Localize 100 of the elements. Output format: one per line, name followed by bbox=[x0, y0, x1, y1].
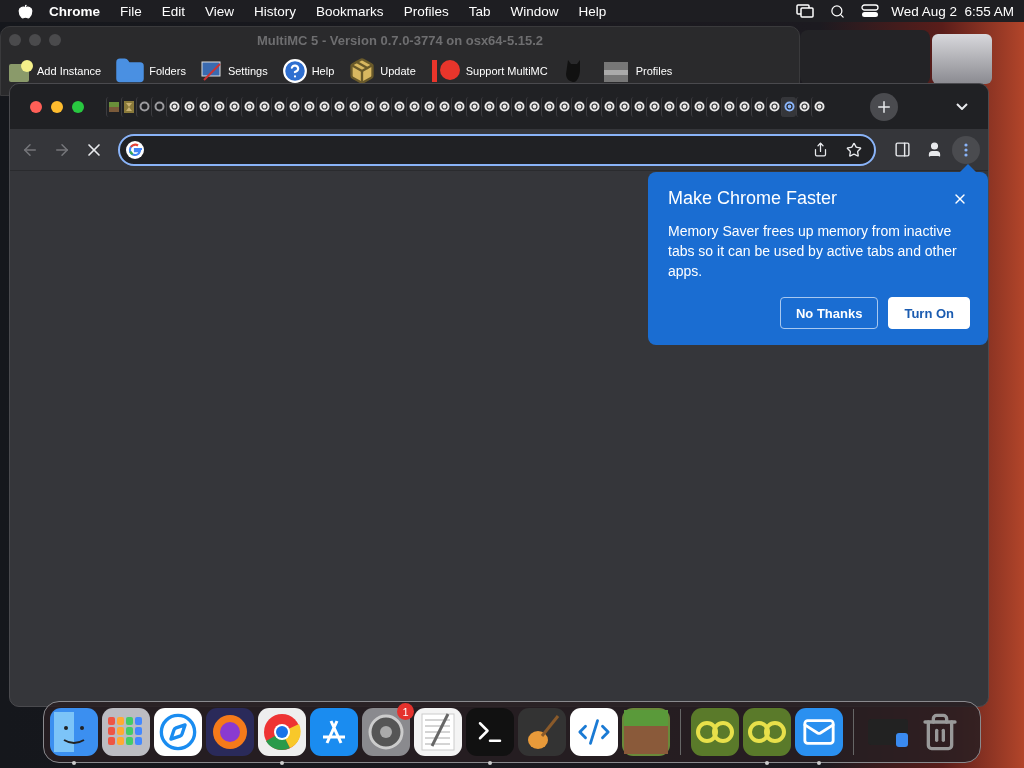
window-title: MultiMC 5 - Version 0.7.0-3774 on osx64-5.15.2 bbox=[256, 33, 544, 48]
toolbar-button[interactable]: Update bbox=[348, 57, 416, 85]
globe-icon bbox=[348, 101, 360, 112]
globe-icon bbox=[498, 101, 510, 112]
globe-icon bbox=[513, 101, 525, 112]
patreon-icon bbox=[429, 58, 462, 84]
spinner-icon bbox=[153, 101, 165, 112]
globe-icon bbox=[768, 101, 780, 112]
menu-item[interactable]: View bbox=[195, 3, 245, 19]
code-icon[interactable] bbox=[570, 708, 618, 756]
toolbar-button[interactable]: Folders bbox=[115, 56, 186, 86]
bubble-title: Make Chrome Faster bbox=[668, 188, 838, 209]
bubble-text: Memory Saver frees up memory from inactive tabs so it can be used by active tabs and other apps. bbox=[668, 222, 958, 281]
search-icon[interactable] bbox=[830, 3, 846, 19]
menu-item[interactable]: Profiles bbox=[393, 3, 459, 19]
menu-item[interactable]: Tab bbox=[458, 3, 501, 19]
globe-icon bbox=[468, 101, 480, 112]
globe-icon bbox=[213, 101, 225, 112]
gear-icon[interactable] bbox=[362, 708, 410, 756]
fox-icon[interactable] bbox=[206, 708, 254, 756]
toolbar-button[interactable]: Add Instance bbox=[9, 60, 102, 82]
dismiss-button[interactable]: No Thanks bbox=[779, 297, 879, 329]
globe-icon bbox=[288, 101, 300, 112]
globe-icon bbox=[708, 101, 720, 112]
more-icon bbox=[964, 142, 968, 157]
help-icon bbox=[281, 58, 308, 84]
drive-icon[interactable] bbox=[932, 34, 992, 84]
side-panel-icon bbox=[893, 141, 911, 158]
globe-icon bbox=[423, 101, 435, 112]
globe-icon bbox=[633, 101, 645, 112]
globe-icon bbox=[738, 101, 750, 112]
terminal-icon[interactable] bbox=[466, 708, 514, 756]
smiling-face-icon[interactable] bbox=[50, 708, 98, 756]
star-icon bbox=[9, 60, 33, 82]
menu-item[interactable]: Bookmarks bbox=[306, 3, 394, 19]
new-tab-button[interactable] bbox=[870, 92, 898, 121]
globe-icon bbox=[408, 101, 420, 112]
globe-icon bbox=[438, 101, 450, 112]
globe-icon bbox=[723, 101, 735, 112]
globe-icon bbox=[813, 101, 825, 112]
menu-item[interactable]: History bbox=[244, 3, 307, 19]
globe-icon bbox=[798, 101, 810, 112]
tab[interactable] bbox=[781, 96, 796, 117]
menu-item[interactable]: Edit bbox=[151, 3, 196, 19]
globe-icon bbox=[318, 101, 330, 112]
globe-icon bbox=[783, 101, 795, 112]
globe-icon bbox=[378, 101, 390, 112]
block-icon bbox=[109, 101, 119, 112]
globe-icon bbox=[543, 101, 555, 112]
chevron-down-icon bbox=[956, 103, 968, 110]
control-center-icon[interactable] bbox=[861, 4, 880, 18]
app-grid-icon[interactable] bbox=[102, 708, 150, 756]
grass-block-icon[interactable] bbox=[622, 708, 670, 756]
clock: Wed Aug 2 6:55 AM bbox=[890, 3, 1014, 19]
globe-icon bbox=[243, 101, 255, 112]
notification-badge: 1 bbox=[397, 703, 414, 720]
multimc-icon[interactable] bbox=[691, 708, 739, 756]
menu-item[interactable]: Window bbox=[500, 3, 569, 19]
monitor-icon bbox=[199, 60, 224, 82]
globe-icon bbox=[693, 101, 705, 112]
package-icon bbox=[348, 57, 377, 85]
minimize-button[interactable] bbox=[51, 100, 63, 113]
zoom-button[interactable] bbox=[72, 100, 84, 113]
globe-icon bbox=[573, 101, 585, 112]
menu-item[interactable]: Chrome bbox=[39, 3, 110, 19]
mail-icon[interactable] bbox=[795, 708, 843, 756]
globe-icon bbox=[183, 101, 195, 112]
toolbar-button[interactable]: Settings bbox=[199, 60, 268, 82]
globe-icon bbox=[528, 101, 540, 112]
menu-item[interactable]: File bbox=[110, 3, 152, 19]
toolbar-button[interactable]: Support MultiMC bbox=[429, 58, 548, 84]
app-store-icon[interactable] bbox=[310, 708, 358, 756]
turn-on-button[interactable]: Turn On bbox=[888, 297, 970, 329]
globe-icon bbox=[333, 101, 345, 112]
globe-icon bbox=[453, 101, 465, 112]
share-icon bbox=[812, 142, 828, 157]
globe-icon bbox=[258, 101, 270, 112]
screen-mirroring-icon[interactable] bbox=[796, 4, 815, 18]
globe-icon bbox=[273, 101, 285, 112]
globe-icon bbox=[483, 101, 495, 112]
globe-icon bbox=[663, 101, 675, 112]
menu-item[interactable]: Help bbox=[568, 3, 617, 19]
globe-icon bbox=[363, 101, 375, 112]
guitar-icon[interactable] bbox=[518, 708, 566, 756]
close-button[interactable] bbox=[30, 100, 42, 113]
toolbar-button[interactable]: Profiles bbox=[599, 60, 673, 82]
chrome-icon[interactable] bbox=[258, 708, 306, 756]
globe-icon bbox=[603, 101, 615, 112]
multimc-icon[interactable] bbox=[743, 708, 791, 756]
address-bar[interactable] bbox=[118, 133, 876, 166]
globe-icon bbox=[393, 101, 405, 112]
globe-icon bbox=[198, 101, 210, 112]
apple-logo-icon[interactable] bbox=[18, 3, 33, 19]
globe-icon bbox=[168, 101, 180, 112]
toolbar-button[interactable]: Help bbox=[281, 58, 335, 84]
compass-icon[interactable] bbox=[154, 708, 202, 756]
star-icon bbox=[846, 141, 862, 158]
globe-icon bbox=[753, 101, 765, 112]
notepad-icon[interactable] bbox=[414, 708, 462, 756]
globe-icon bbox=[228, 101, 240, 112]
